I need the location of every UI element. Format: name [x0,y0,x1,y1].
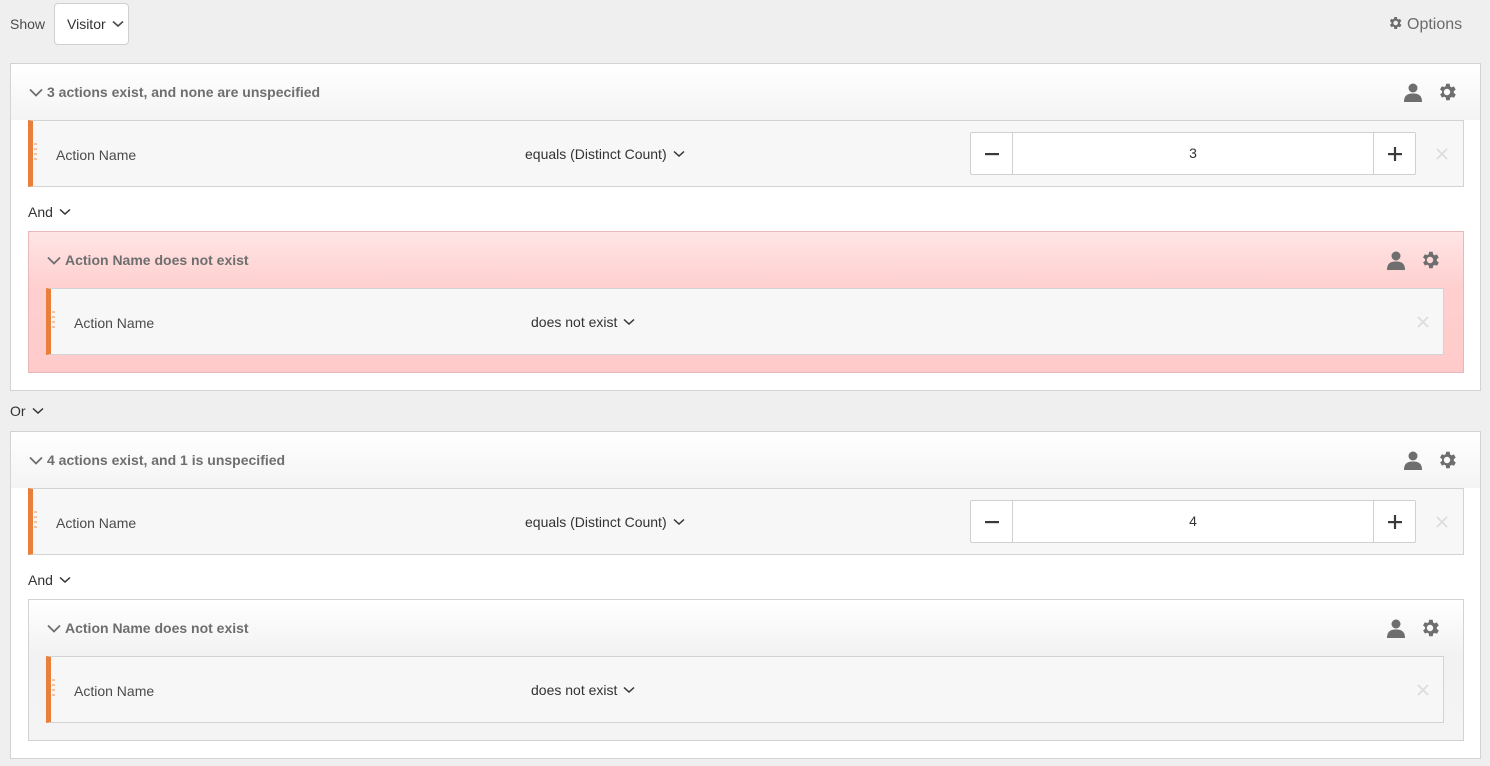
rule-row: Action Name does not exist [46,656,1444,723]
quantity-stepper: 3 [970,132,1416,175]
drag-handle-icon[interactable] [52,679,55,699]
nested-container-error: Action Name does not exist Action Name d… [28,231,1464,373]
increment-button[interactable] [1373,133,1415,174]
rule-operator-dropdown[interactable]: equals (Distinct Count) [525,146,685,162]
rule-dimension-label: Action Name [74,315,155,331]
conjunction-text: Or [10,403,26,419]
rule-operator-text: equals (Distinct Count) [525,514,667,530]
stepper-value[interactable]: 4 [1013,501,1373,542]
stepper-value[interactable]: 3 [1013,133,1373,174]
person-icon[interactable] [1385,249,1407,271]
drag-handle-icon[interactable] [52,311,55,331]
rule-row: Action Name equals (Distinct Count) 3 [28,120,1464,187]
options-button[interactable]: Options [1387,15,1462,35]
rule-operator-dropdown[interactable]: does not exist [531,682,635,698]
rule-operator-text: equals (Distinct Count) [525,146,667,162]
container-title-text: 4 actions exist, and 1 is unspecified [47,452,286,468]
header-icons [1402,81,1458,103]
nested-title-text: Action Name does not exist [65,252,249,268]
gear-icon[interactable] [1436,449,1458,471]
container-header: 4 actions exist, and 1 is unspecified [11,432,1480,488]
increment-button[interactable] [1373,501,1415,542]
person-icon[interactable] [1385,617,1407,639]
plus-icon [1387,514,1402,529]
chevron-down-icon [59,208,71,216]
container-title-text: 3 actions exist, and none are unspecifie… [47,84,321,100]
container-header: 3 actions exist, and none are unspecifie… [11,64,1480,120]
show-select-value: Visitor [67,16,106,32]
nested-title-text: Action Name does not exist [65,620,249,636]
drag-handle-icon[interactable] [34,143,37,163]
segment-container-1: 3 actions exist, and none are unspecifie… [10,63,1481,391]
rule-dimension-label: Action Name [56,147,137,163]
drag-handle-icon[interactable] [34,511,37,531]
quantity-stepper: 4 [970,500,1416,543]
rule-operator-text: does not exist [531,314,618,330]
chevron-down-icon [59,576,71,584]
rule-operator-text: does not exist [531,682,618,698]
rule-row: Action Name equals (Distinct Count) 4 [28,488,1464,555]
chevron-down-icon[interactable] [29,88,43,97]
decrement-button[interactable] [971,501,1013,542]
conjunction-text: And [28,572,53,588]
top-bar: Show Visitor Options [0,0,1490,50]
conjunction-dropdown[interactable]: And [28,572,71,588]
chevron-down-icon [32,407,44,415]
minus-icon [984,520,999,523]
container-title[interactable]: 4 actions exist, and 1 is unspecified [29,452,285,468]
rule-row: Action Name does not exist [46,288,1444,355]
close-icon[interactable] [1435,515,1449,529]
nested-container: Action Name does not exist Action Name d… [28,599,1464,741]
options-label: Options [1407,16,1463,33]
minus-icon [984,152,999,155]
rule-operator-dropdown[interactable]: does not exist [531,314,635,330]
chevron-down-icon [623,318,635,326]
chevron-down-icon[interactable] [47,624,61,633]
chevron-down-icon [673,518,685,526]
header-icons [1402,449,1458,471]
chevron-down-icon [673,150,685,158]
header-icons [1385,617,1441,639]
chevron-down-icon[interactable] [47,256,61,265]
conjunction-text: And [28,204,53,220]
nested-title[interactable]: Action Name does not exist [47,620,249,636]
gear-icon[interactable] [1419,249,1441,271]
chevron-down-icon [112,20,124,28]
close-icon[interactable] [1435,147,1449,161]
or-conjunction-dropdown[interactable]: Or [10,403,44,419]
rule-dimension-label: Action Name [56,515,137,531]
header-icons [1385,249,1441,271]
plus-icon [1387,146,1402,161]
container-title[interactable]: 3 actions exist, and none are unspecifie… [29,84,320,100]
chevron-down-icon[interactable] [29,456,43,465]
rule-dimension-label: Action Name [74,683,155,699]
rule-operator-dropdown[interactable]: equals (Distinct Count) [525,514,685,530]
segment-container-2: 4 actions exist, and 1 is unspecified Ac… [10,431,1481,759]
person-icon[interactable] [1402,449,1424,471]
nested-title[interactable]: Action Name does not exist [47,252,249,268]
gear-icon[interactable] [1419,617,1441,639]
gear-icon[interactable] [1436,81,1458,103]
show-label: Show [10,16,46,32]
gear-icon [1387,15,1403,36]
show-select[interactable]: Visitor [54,3,129,45]
decrement-button[interactable] [971,133,1013,174]
chevron-down-icon [623,686,635,694]
conjunction-dropdown[interactable]: And [28,204,71,220]
close-icon[interactable] [1416,315,1430,329]
close-icon[interactable] [1416,683,1430,697]
person-icon[interactable] [1402,81,1424,103]
